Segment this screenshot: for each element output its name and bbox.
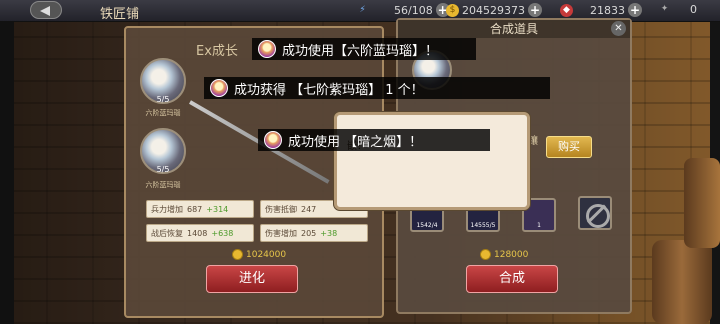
evolve-cost: 1024000 xyxy=(232,249,286,260)
stat-name: 兵力增加 xyxy=(151,204,183,214)
avatar-icon xyxy=(210,79,228,97)
stat-value: 687 xyxy=(187,204,203,214)
material-orb-1[interactable]: 5/5 xyxy=(140,58,186,104)
extra-resource: ✦ 0 xyxy=(658,3,697,16)
orb1-count: 5/5 xyxy=(156,95,170,104)
toast-text: 成功使用 【暗之烟】！ xyxy=(288,134,423,150)
stat-value: 1408 xyxy=(187,228,208,238)
evolve-heading: Ex成长 xyxy=(196,44,238,59)
gems-value: 21833 xyxy=(590,3,625,17)
locked-slot-icon xyxy=(578,196,612,230)
stat-damage: 伤害增加 205 +38 xyxy=(260,224,368,242)
page-title: 铁匠铺 xyxy=(100,7,140,22)
coins-value: 204529373 xyxy=(462,3,525,17)
coin-icon xyxy=(232,249,243,260)
synthesis-cost-value: 128000 xyxy=(494,249,529,260)
toast-text: 成功使用【六阶蓝玛瑙】！ xyxy=(282,43,439,59)
synthesize-button[interactable]: 合成 xyxy=(466,265,558,293)
left-screen-edge xyxy=(0,0,14,324)
stat-name: 伤害抵御 xyxy=(265,204,297,214)
gems-resource: ◆ 21833 + xyxy=(560,3,642,17)
slot-count: 14555/5 xyxy=(470,222,496,229)
evolve-cost-value: 1024000 xyxy=(246,249,287,260)
stat-bonus: +638 xyxy=(211,228,234,238)
orb2-count: 5/5 xyxy=(156,165,170,174)
back-button[interactable] xyxy=(30,1,62,19)
barrel-decoration xyxy=(684,158,720,248)
stat-name: 战后恢复 xyxy=(151,228,183,238)
stat-bonus: +314 xyxy=(206,204,229,214)
extra-value: 0 xyxy=(690,3,697,16)
stat-value: 205 xyxy=(301,228,317,238)
synthesis-title: 合成道具 xyxy=(398,20,630,38)
stat-troops: 兵力增加 687 +314 xyxy=(146,200,254,218)
gem-icon: ◆ xyxy=(560,3,573,17)
avatar-icon xyxy=(258,40,276,58)
evolve-button[interactable]: 进化 xyxy=(206,265,298,293)
add-coins-button[interactable]: + xyxy=(528,3,542,17)
stat-name: 伤害增加 xyxy=(265,228,297,238)
stat-value: 247 xyxy=(301,204,317,214)
toast-message-3: 成功使用 【暗之烟】！ xyxy=(258,129,490,151)
coin-icon xyxy=(480,249,491,260)
synthesis-cost: 128000 xyxy=(480,249,528,260)
coin-icon: $ xyxy=(446,3,459,17)
toast-message-1: 成功使用【六阶蓝玛瑙】！ xyxy=(252,38,476,60)
buy-button[interactable]: 购买 xyxy=(546,136,592,158)
material-orb-2[interactable]: 5/5 xyxy=(140,128,186,174)
add-gems-button[interactable]: + xyxy=(628,3,642,17)
stamina-value: 56/108 xyxy=(394,3,433,17)
slot-count: 1 xyxy=(537,222,541,229)
toast-message-2: 成功获得 【七阶紫玛瑙】 1 个！ xyxy=(204,77,550,99)
lightning-icon: ⚡ xyxy=(359,4,366,15)
slot-count: 1542/4 xyxy=(416,222,438,229)
confirm-popup: 嵌？ xyxy=(334,112,530,210)
avatar-icon xyxy=(264,131,282,149)
toast-text: 成功获得 【七阶紫玛瑙】 1 个！ xyxy=(234,82,424,98)
star-icon: ✦ xyxy=(660,4,669,14)
close-icon[interactable]: ✕ xyxy=(611,21,626,36)
stat-recovery: 战后恢复 1408 +638 xyxy=(146,224,254,242)
stamina-resource: ⚡ 56/108 + xyxy=(356,3,450,17)
orb2-label: 六阶蓝玛瑙 xyxy=(145,181,181,189)
orb1-label: 六阶蓝玛瑙 xyxy=(145,109,181,117)
barrel-decoration xyxy=(652,240,712,324)
stat-bonus: +38 xyxy=(320,228,338,238)
coins-resource: $ 204529373 + xyxy=(446,3,542,17)
